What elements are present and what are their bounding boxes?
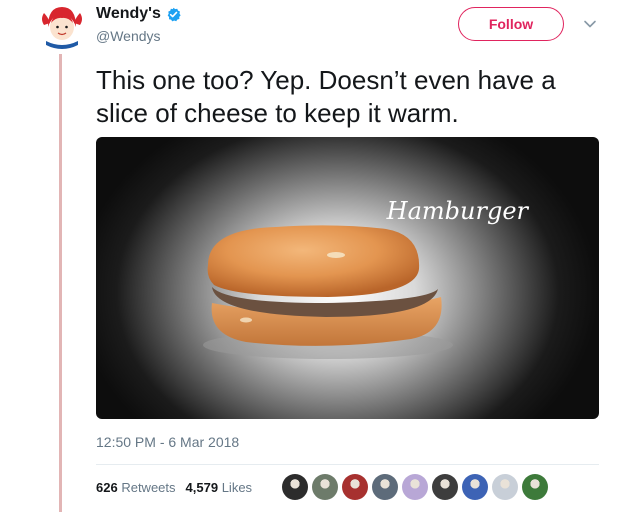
liker-avatars [282, 474, 548, 500]
liker-avatar[interactable] [282, 474, 308, 500]
tweet-card: Wendy's @Wendys Follow This one too? Yep… [0, 0, 637, 512]
tweet-timestamp[interactable]: 12:50 PM - 6 Mar 2018 [96, 434, 239, 450]
liker-avatar[interactable] [462, 474, 488, 500]
display-name[interactable]: Wendy's [96, 5, 161, 23]
user-handle[interactable]: @Wendys [96, 28, 161, 44]
tweet-text-line: This one too? Yep. Doesn’t even have a [96, 65, 556, 95]
likes-label: Likes [221, 480, 253, 495]
media-caption: Hamburger [386, 197, 530, 225]
retweets-count: 626 [96, 480, 118, 495]
tweet-text: This one too? Yep. Doesn’t even have a s… [96, 64, 616, 130]
tweet-stats: 626 Retweets 4,579 Likes [96, 480, 252, 495]
chevron-down-icon[interactable] [582, 16, 598, 32]
tweet-media-image[interactable]: Hamburger [96, 137, 599, 419]
hamburger-photo: Hamburger [203, 197, 530, 359]
thread-line [59, 54, 62, 512]
liker-avatar[interactable] [402, 474, 428, 500]
likes-stat[interactable]: 4,579 Likes [186, 480, 253, 495]
liker-avatar[interactable] [492, 474, 518, 500]
follow-button[interactable]: Follow [458, 7, 564, 41]
divider [96, 464, 599, 465]
retweets-stat[interactable]: 626 Retweets [96, 480, 176, 495]
liker-avatar[interactable] [372, 474, 398, 500]
liker-avatar[interactable] [522, 474, 548, 500]
wendys-logo-icon [38, 3, 86, 51]
name-row: Wendy's [96, 5, 181, 23]
likes-count: 4,579 [185, 480, 219, 495]
retweets-label: Retweets [121, 480, 176, 495]
liker-avatar[interactable] [432, 474, 458, 500]
liker-avatar[interactable] [312, 474, 338, 500]
verified-badge-icon [167, 7, 181, 21]
liker-avatar[interactable] [342, 474, 368, 500]
tweet-text-line: slice of cheese to keep it warm. [96, 98, 459, 128]
avatar[interactable] [38, 3, 86, 51]
